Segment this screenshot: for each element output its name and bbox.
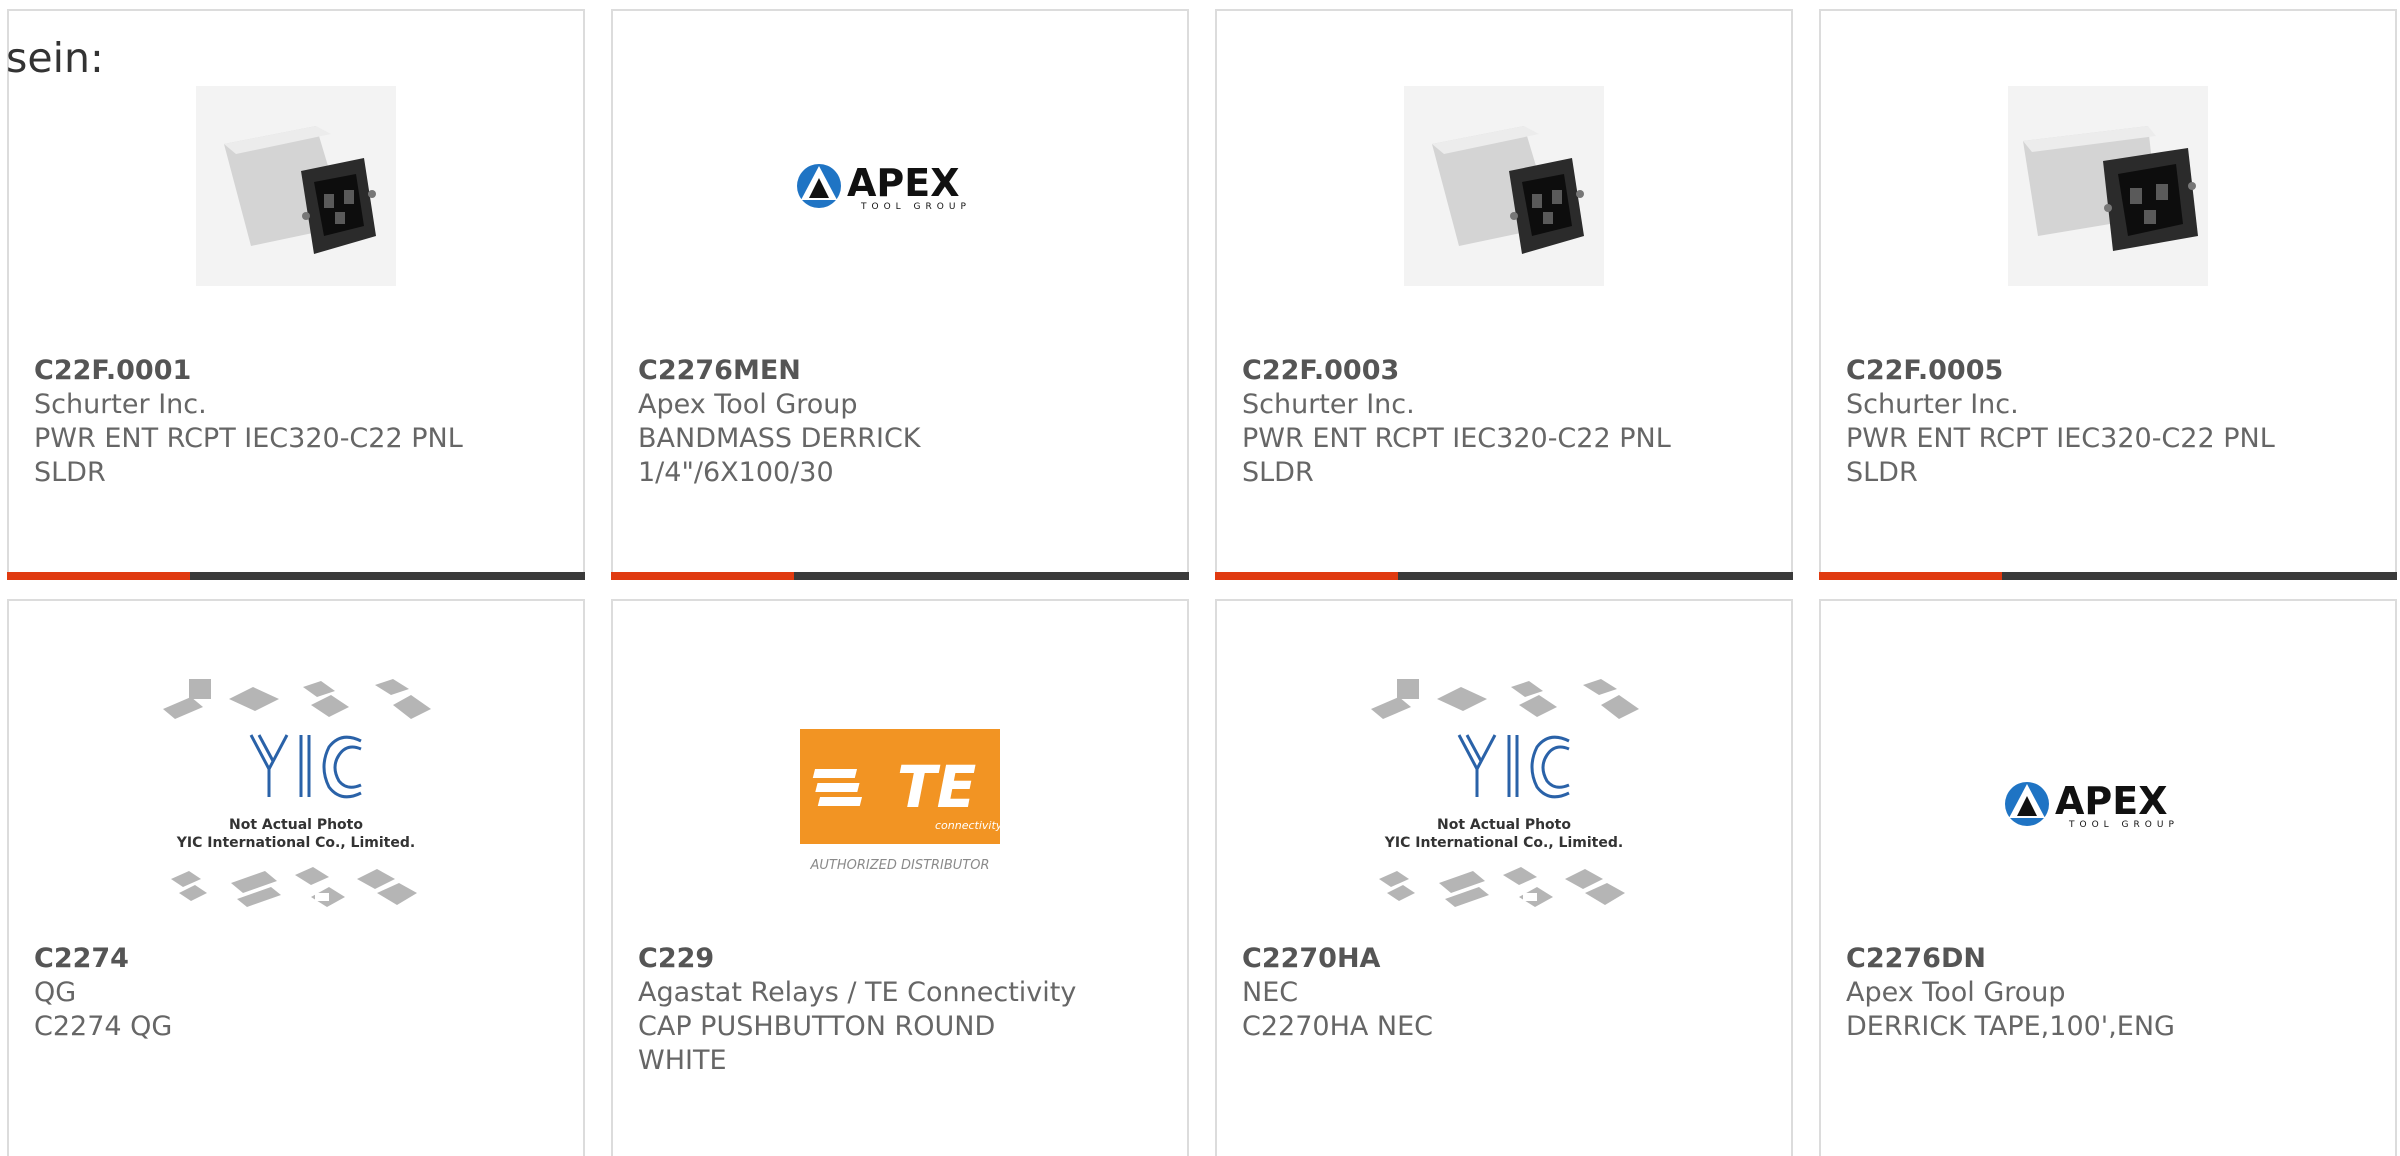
manufacturer: Apex Tool Group — [638, 389, 858, 420]
apex-logo-name: APEX — [847, 161, 960, 205]
product-image[interactable]: Not Actual Photo YIC International Co., … — [9, 679, 583, 929]
description: PWR ENT RCPT IEC320-C22 PNL SLDR — [1242, 423, 1671, 488]
card-footer-bar — [7, 572, 585, 580]
product-image[interactable] — [1821, 86, 2395, 286]
manufacturer: Agastat Relays / TE Connectivity — [638, 977, 1077, 1008]
product-card[interactable]: C22F.0005 Schurter Inc. PWR ENT RCPT IEC… — [1819, 9, 2397, 580]
description: BANDMASS DERRICK 1/4"/6X100/30 — [638, 423, 921, 488]
part-number[interactable]: C2276DN — [1846, 942, 2375, 976]
card-footer-accent — [1215, 572, 1398, 580]
product-image[interactable] — [1217, 86, 1791, 286]
description: DERRICK TAPE,100',ENG — [1846, 1011, 2175, 1042]
product-card[interactable]: APEX TOOL GROUP C2276DN Apex Tool Group … — [1819, 599, 2397, 1156]
yic-placeholder-line1: Not Actual Photo — [1437, 817, 1571, 833]
product-info: C22F.0003 Schurter Inc. PWR ENT RCPT IEC… — [1242, 354, 1771, 490]
yic-placeholder-line2: YIC International Co., Limited. — [176, 835, 415, 851]
card-footer-accent — [1819, 572, 2002, 580]
description: CAP PUSHBUTTON ROUND WHITE — [638, 1011, 996, 1076]
part-number[interactable]: C22F.0001 — [34, 354, 563, 388]
yic-placeholder-icon: Not Actual Photo YIC International Co., … — [1371, 679, 1639, 907]
product-info: C2274 QG C2274 QG — [34, 942, 563, 1044]
part-number[interactable]: C2270HA — [1242, 942, 1771, 976]
power-entry-connector-icon — [2008, 86, 2208, 286]
manufacturer: QG — [34, 977, 77, 1008]
product-card[interactable]: Not Actual Photo YIC International Co., … — [1215, 599, 1793, 1156]
card-footer-accent — [611, 572, 794, 580]
product-info: C2270HA NEC C2270HA NEC — [1242, 942, 1771, 1044]
yic-placeholder-line1: Not Actual Photo — [229, 817, 363, 833]
product-card[interactable]: TE connectivity AUTHORIZED DISTRIBUTOR C… — [611, 599, 1189, 1156]
product-image[interactable]: APEX TOOL GROUP — [1821, 679, 2395, 929]
product-image[interactable]: APEX TOOL GROUP — [613, 86, 1187, 286]
power-entry-connector-icon — [196, 86, 396, 286]
card-footer-bar — [611, 572, 1189, 580]
te-logo-caption: AUTHORIZED DISTRIBUTOR — [809, 858, 989, 873]
product-info: C2276DN Apex Tool Group DERRICK TAPE,100… — [1846, 942, 2375, 1044]
product-card[interactable]: C22F.0001 Schurter Inc. PWR ENT RCPT IEC… — [7, 9, 585, 580]
manufacturer: Schurter Inc. — [1242, 389, 1415, 420]
te-logo-tagline: connectivity — [935, 819, 1003, 832]
card-footer-accent — [7, 572, 190, 580]
power-entry-connector-icon — [1404, 86, 1604, 286]
yic-placeholder-line2: YIC International Co., Limited. — [1384, 835, 1623, 851]
te-logo-name: TE — [897, 753, 976, 821]
product-image[interactable]: Not Actual Photo YIC International Co., … — [1217, 679, 1791, 929]
section-heading: sein: — [6, 34, 104, 82]
apex-logo-tagline: TOOL GROUP — [2068, 820, 2179, 830]
product-info: C22F.0005 Schurter Inc. PWR ENT RCPT IEC… — [1846, 354, 2375, 490]
description: PWR ENT RCPT IEC320-C22 PNL SLDR — [34, 423, 463, 488]
apex-logo-icon: APEX TOOL GROUP — [797, 161, 971, 212]
description: C2270HA NEC — [1242, 1011, 1434, 1042]
part-number[interactable]: C22F.0005 — [1846, 354, 2375, 388]
te-logo-icon: TE connectivity AUTHORIZED DISTRIBUTOR — [800, 729, 1003, 873]
product-grid-page: sein: C22F.0001 Schurter Inc. PWR ENT RC… — [0, 0, 2400, 1156]
part-number[interactable]: C2276MEN — [638, 354, 1167, 388]
manufacturer: Apex Tool Group — [1846, 977, 2066, 1008]
manufacturer: NEC — [1242, 977, 1299, 1008]
card-footer-bar — [1215, 572, 1793, 580]
product-image[interactable] — [9, 86, 583, 286]
yic-placeholder-icon: Not Actual Photo YIC International Co., … — [163, 679, 431, 907]
product-image[interactable]: TE connectivity AUTHORIZED DISTRIBUTOR — [613, 679, 1187, 929]
product-card[interactable]: APEX TOOL GROUP C2276MEN Apex Tool Group… — [611, 9, 1189, 580]
manufacturer: Schurter Inc. — [34, 389, 207, 420]
part-number[interactable]: C2274 — [34, 942, 563, 976]
description: C2274 QG — [34, 1011, 173, 1042]
product-card[interactable]: C22F.0003 Schurter Inc. PWR ENT RCPT IEC… — [1215, 9, 1793, 580]
product-card[interactable]: Not Actual Photo YIC International Co., … — [7, 599, 585, 1156]
part-number[interactable]: C22F.0003 — [1242, 354, 1771, 388]
apex-logo-icon: APEX TOOL GROUP — [2005, 779, 2179, 830]
product-info: C229 Agastat Relays / TE Connectivity CA… — [638, 942, 1167, 1078]
manufacturer: Schurter Inc. — [1846, 389, 2019, 420]
description: PWR ENT RCPT IEC320-C22 PNL SLDR — [1846, 423, 2275, 488]
product-info: C22F.0001 Schurter Inc. PWR ENT RCPT IEC… — [34, 354, 563, 490]
card-footer-bar — [1819, 572, 2397, 580]
part-number[interactable]: C229 — [638, 942, 1167, 976]
apex-logo-name: APEX — [2055, 779, 2168, 823]
apex-logo-tagline: TOOL GROUP — [860, 202, 971, 212]
product-info: C2276MEN Apex Tool Group BANDMASS DERRIC… — [638, 354, 1167, 490]
